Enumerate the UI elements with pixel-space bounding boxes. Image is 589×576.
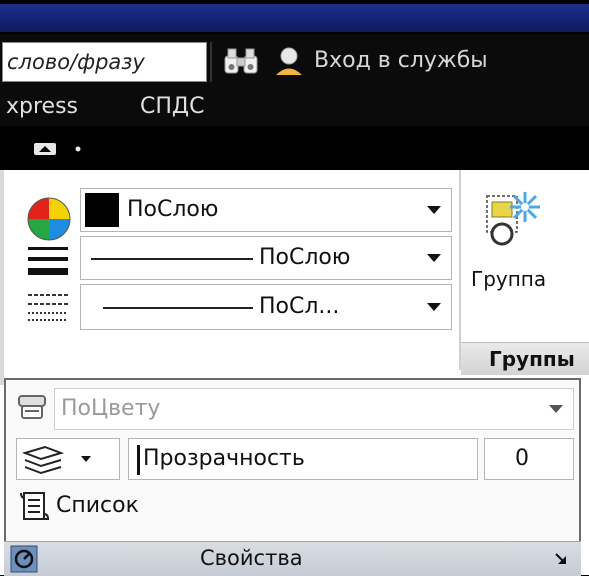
line-sample <box>103 307 253 309</box>
groups-panel-title: Группы <box>461 342 589 375</box>
title-bar <box>0 0 589 34</box>
plot-style-value: ПоЦвету <box>61 396 161 421</box>
chevron-down-icon[interactable] <box>427 303 441 311</box>
linetype-value: ПоСлою <box>259 245 351 270</box>
panel-edge <box>0 170 4 385</box>
menu-item-spds[interactable]: СПДС <box>140 88 204 126</box>
dialog-launcher-icon[interactable] <box>554 552 568 566</box>
transparency-value: 0 <box>515 446 529 471</box>
lineweight-combo[interactable]: ПоСл... <box>80 284 452 330</box>
chevron-down-icon <box>81 456 91 462</box>
transparency-field[interactable]: Прозрачность <box>128 438 478 480</box>
color-value: ПоСлою <box>127 197 219 222</box>
chevron-down-icon[interactable] <box>427 254 441 262</box>
groups-panel-label: Группы <box>489 347 575 371</box>
pin-icon[interactable] <box>10 545 38 573</box>
search-input[interactable]: слово/фразу <box>2 42 207 82</box>
chevron-down-icon[interactable] <box>549 405 563 413</box>
properties-panel-label: Свойства <box>200 546 303 570</box>
linetype-icon <box>28 247 68 275</box>
properties-panel-title: Свойства <box>4 541 581 576</box>
binoculars-icon[interactable] <box>223 46 259 76</box>
layers-dropdown-button[interactable] <box>16 438 120 480</box>
transparency-label: Прозрачность <box>143 446 305 471</box>
list-button[interactable]: Список <box>56 488 139 524</box>
plot-style-combo[interactable]: ПоЦвету <box>54 388 574 430</box>
menu-item-express[interactable]: xpress <box>6 88 78 126</box>
login-link[interactable]: Вход в службы <box>314 44 488 78</box>
chevron-down-icon[interactable] <box>427 206 441 214</box>
line-sample <box>91 258 253 260</box>
linetype-combo[interactable]: ПоСлою <box>80 236 452 280</box>
quick-access-toolbar <box>0 126 589 170</box>
color-swatch <box>85 193 119 227</box>
eject-dropdown-icon[interactable] <box>32 140 88 158</box>
text-cursor <box>137 445 140 475</box>
user-icon[interactable] <box>272 44 306 78</box>
group-button-label[interactable]: Группа <box>471 267 546 291</box>
lineweight-icon <box>28 294 68 321</box>
group-icon[interactable] <box>485 188 575 262</box>
lineweight-value: ПоСл... <box>259 294 340 319</box>
transparency-value-field[interactable]: 0 <box>484 438 574 480</box>
plot-style-icon <box>18 395 46 419</box>
divider <box>210 42 212 82</box>
menu-bar: xpress СПДС <box>0 88 589 126</box>
search-row: слово/фразу Вход в службы <box>0 34 589 88</box>
color-wheel-icon <box>27 197 71 241</box>
list-icon <box>20 492 50 520</box>
color-combo[interactable]: ПоСлою <box>80 188 452 232</box>
layers-icon <box>21 445 65 475</box>
panel-divider <box>459 170 461 370</box>
